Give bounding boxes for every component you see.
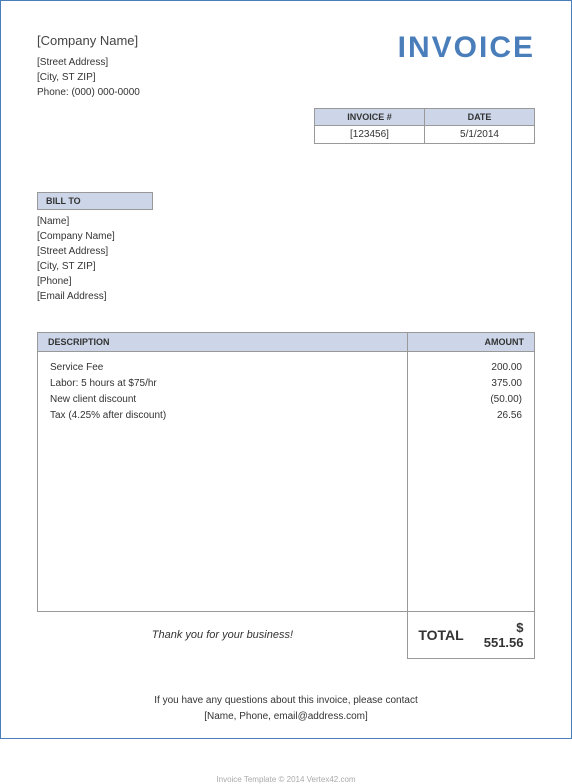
billto-city: [City, ST ZIP] [37, 259, 535, 274]
billto-company: [Company Name] [37, 229, 535, 244]
item-amount: 200.00 [420, 360, 522, 376]
footer-line1: If you have any questions about this inv… [37, 693, 535, 709]
col-description: DESCRIPTION [38, 332, 408, 351]
billto-email: [Email Address] [37, 289, 535, 304]
billto-phone: [Phone] [37, 274, 535, 289]
billto-block: [Name] [Company Name] [Street Address] [… [37, 214, 535, 304]
meta-table: INVOICE # DATE [123456] 5/1/2014 [314, 108, 535, 144]
company-street: [Street Address] [37, 55, 140, 70]
total-label: TOTAL [408, 612, 474, 659]
billto-header: BILL TO [37, 192, 153, 210]
item-desc: Labor: 5 hours at $75/hr [50, 376, 395, 392]
invoice-number-header: INVOICE # [315, 108, 425, 125]
item-desc: Tax (4.25% after discount) [50, 408, 395, 424]
total-value: $ 551.56 [474, 612, 534, 659]
footer-line2: [Name, Phone, email@address.com] [37, 709, 535, 725]
company-block: [Company Name] [Street Address] [City, S… [37, 31, 140, 100]
footer-note: If you have any questions about this inv… [37, 693, 535, 725]
col-amount: AMOUNT [407, 332, 534, 351]
credit: Invoice Template © 2014 Vertex42.com [37, 775, 535, 784]
company-name: [Company Name] [37, 31, 140, 51]
items-descriptions: Service Fee Labor: 5 hours at $75/hr New… [38, 351, 408, 611]
item-amount: 375.00 [420, 376, 522, 392]
item-amount: 26.56 [420, 408, 522, 424]
items-amounts: 200.00 375.00 (50.00) 26.56 [407, 351, 534, 611]
item-desc: Service Fee [50, 360, 395, 376]
invoice-title: INVOICE [398, 31, 535, 65]
company-phone: Phone: (000) 000-0000 [37, 85, 140, 100]
company-city: [City, ST ZIP] [37, 70, 140, 85]
invoice-date: 5/1/2014 [425, 125, 535, 143]
thank-you: Thank you for your business! [38, 611, 408, 659]
item-desc: New client discount [50, 392, 395, 408]
invoice-number: [123456] [315, 125, 425, 143]
items-table: DESCRIPTION AMOUNT Service Fee Labor: 5 … [37, 332, 535, 659]
date-header: DATE [425, 108, 535, 125]
billto-name: [Name] [37, 214, 535, 229]
billto-street: [Street Address] [37, 244, 535, 259]
item-amount: (50.00) [420, 392, 522, 408]
